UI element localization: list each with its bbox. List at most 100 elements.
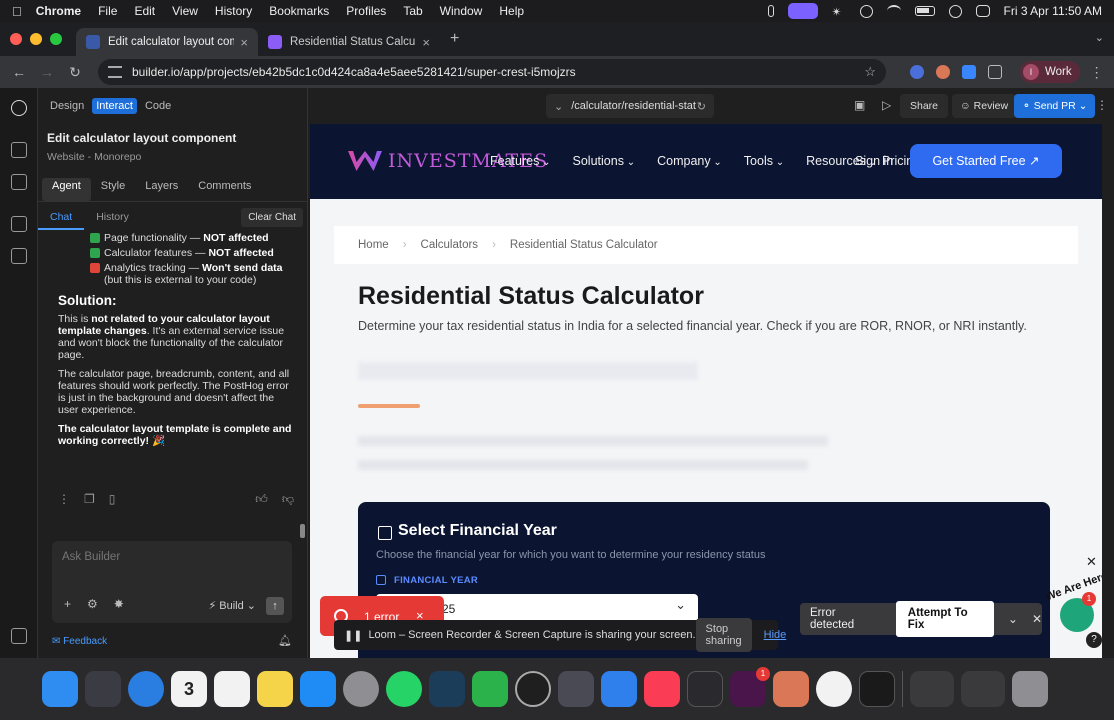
- dock-grid-app-icon[interactable]: [687, 671, 723, 707]
- reload-icon[interactable]: ↻: [64, 64, 86, 81]
- dock-calendar-icon[interactable]: 3: [171, 671, 207, 707]
- tab-search-chevron-icon[interactable]: ⌄: [1095, 31, 1104, 44]
- dock-db-tool-icon[interactable]: [558, 671, 594, 707]
- help-icon[interactable]: ?: [1086, 632, 1102, 648]
- builder-logo-icon[interactable]: [11, 100, 27, 116]
- branch-icon[interactable]: [11, 142, 27, 158]
- nav-company[interactable]: Company: [657, 154, 722, 168]
- review-button[interactable]: ☺ Review: [952, 94, 1017, 118]
- dock-numbers-icon[interactable]: [472, 671, 508, 707]
- dock-recent-window-icon[interactable]: [961, 671, 1005, 707]
- menu-bookmarks[interactable]: Bookmarks: [269, 4, 329, 18]
- components-icon[interactable]: [11, 216, 27, 232]
- tab-calculator[interactable]: Residential Status Calculator ×: [258, 28, 440, 56]
- pull-request-icon[interactable]: [11, 248, 27, 264]
- dock-chrome-icon[interactable]: [816, 671, 852, 707]
- responsive-icon[interactable]: ▣: [854, 98, 865, 112]
- back-arrow-icon[interactable]: ←: [8, 64, 30, 80]
- menu-profiles[interactable]: Profiles: [346, 4, 386, 18]
- menu-history[interactable]: History: [215, 4, 252, 18]
- chrome-menu-icon[interactable]: ⋮: [1090, 64, 1104, 81]
- menu-app-name[interactable]: Chrome: [36, 4, 81, 18]
- get-started-button[interactable]: Get Started Free ↗: [910, 144, 1062, 178]
- send-pr-button[interactable]: ⚬ Send PR ⌄: [1014, 94, 1096, 118]
- route-selector[interactable]: ⌄ /calculator/residential-stat ↻: [546, 94, 714, 118]
- settings-icon[interactable]: ⚙: [87, 597, 98, 611]
- wifi-icon[interactable]: [886, 5, 901, 17]
- dock-notes-icon[interactable]: [257, 671, 293, 707]
- attempt-fix-button[interactable]: Attempt To Fix: [895, 601, 994, 637]
- menu-tab[interactable]: Tab: [403, 4, 422, 18]
- battery-icon[interactable]: [914, 6, 935, 16]
- tab-comments[interactable]: Comments: [188, 178, 261, 201]
- clear-chat-button[interactable]: Clear Chat: [241, 208, 303, 227]
- copy-icon[interactable]: ❐: [84, 492, 95, 507]
- chat-scrollbar[interactable]: [300, 524, 305, 538]
- thumbs-up-icon[interactable]: 👍︎: [255, 492, 268, 507]
- close-window-icon[interactable]: [10, 33, 22, 45]
- extensions-puzzle-icon[interactable]: [988, 65, 1002, 79]
- crumb-home[interactable]: Home: [358, 239, 389, 251]
- dock-slack-icon[interactable]: 1: [730, 667, 770, 707]
- send-message-button[interactable]: ↑: [266, 597, 284, 615]
- stop-sharing-button[interactable]: Stop sharing: [695, 618, 752, 652]
- dock-pinwheel-icon[interactable]: [429, 671, 465, 707]
- tab-builder[interactable]: Edit calculator layout compon ×: [76, 28, 258, 56]
- screen-share-icon[interactable]: [787, 3, 818, 19]
- zoom-window-icon[interactable]: [50, 33, 62, 45]
- focus-icon[interactable]: [859, 4, 873, 18]
- menu-edit[interactable]: Edit: [134, 4, 155, 18]
- menu-view[interactable]: View: [172, 4, 198, 18]
- ask-builder-input[interactable]: [62, 551, 262, 563]
- nav-tools[interactable]: Tools: [744, 154, 784, 168]
- nav-solutions[interactable]: Solutions: [573, 154, 636, 168]
- profile-button[interactable]: I Work: [1020, 61, 1080, 83]
- tab-history[interactable]: History: [84, 208, 141, 230]
- dock-claude-icon[interactable]: [773, 671, 809, 707]
- menu-file[interactable]: File: [98, 4, 117, 18]
- bell-icon[interactable]: 🔔︎: [278, 634, 292, 647]
- new-tab-icon[interactable]: +: [450, 30, 459, 48]
- hide-link[interactable]: Hide: [764, 629, 787, 641]
- apps-grid-icon[interactable]: [11, 628, 27, 644]
- chevron-down-icon[interactable]: ⌄: [1008, 612, 1018, 626]
- apple-icon[interactable]: : [12, 4, 22, 19]
- site-info-icon[interactable]: [108, 66, 122, 78]
- control-center-icon[interactable]: [975, 5, 990, 17]
- bookmark-star-icon[interactable]: ☆: [864, 64, 876, 80]
- bookmark-icon[interactable]: ▯: [109, 492, 116, 507]
- nav-features[interactable]: Features: [490, 154, 551, 168]
- menu-help[interactable]: Help: [499, 4, 524, 18]
- magic-icon[interactable]: ✸: [114, 597, 124, 611]
- build-mode-select[interactable]: ⚡︎ Build ⌄: [208, 599, 256, 612]
- dock-keys-icon[interactable]: [601, 671, 637, 707]
- dock-music-icon[interactable]: [644, 671, 680, 707]
- forward-arrow-icon[interactable]: →: [36, 64, 58, 80]
- spark-icon[interactable]: ✴: [832, 5, 846, 19]
- tab-agent[interactable]: Agent: [42, 178, 91, 201]
- minimize-window-icon[interactable]: [30, 33, 42, 45]
- dock-launchpad-icon[interactable]: [85, 671, 121, 707]
- dock-system-settings-icon[interactable]: [343, 671, 379, 707]
- extension-globe-icon[interactable]: [910, 65, 924, 79]
- dock-whatsapp-icon[interactable]: [386, 671, 422, 707]
- close-tab-icon[interactable]: ×: [422, 35, 430, 50]
- microphone-icon[interactable]: [767, 5, 774, 17]
- menu-window[interactable]: Window: [440, 4, 483, 18]
- dock-trash-icon[interactable]: [1012, 671, 1048, 707]
- mode-code[interactable]: Code: [141, 98, 175, 114]
- tab-style[interactable]: Style: [91, 178, 135, 201]
- tab-layers[interactable]: Layers: [135, 178, 188, 201]
- more-options-icon[interactable]: ⋮: [1096, 98, 1108, 112]
- clock[interactable]: Fri 3 Apr 11:50 AM: [1004, 4, 1103, 18]
- address-bar[interactable]: builder.io/app/projects/eb42b5dc1c0d424c…: [98, 59, 886, 85]
- tab-chat[interactable]: Chat: [38, 208, 85, 230]
- dock-chatgpt-icon[interactable]: [515, 671, 551, 707]
- close-tab-icon[interactable]: ×: [240, 35, 248, 50]
- more-icon[interactable]: ⋮: [58, 492, 70, 507]
- mode-interact[interactable]: Interact: [92, 98, 137, 114]
- extension-claude-icon[interactable]: [936, 65, 950, 79]
- search-icon[interactable]: [948, 4, 962, 18]
- add-icon[interactable]: +: [64, 597, 71, 611]
- dock-app-store-icon[interactable]: [300, 671, 336, 707]
